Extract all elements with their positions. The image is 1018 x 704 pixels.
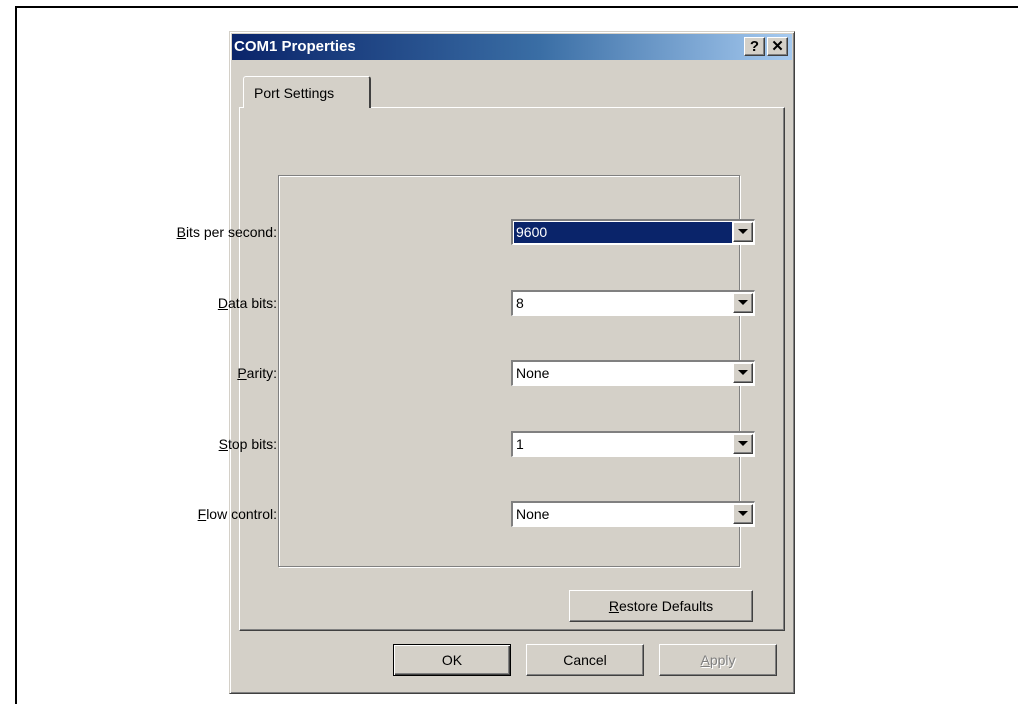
data-bits-label: Data bits: [217,295,277,311]
parity-label: Parity: [237,365,277,381]
ok-button[interactable]: OK [393,644,511,676]
parity-value: None [516,365,550,381]
stop-bits-label: Stop bits: [218,436,277,452]
settings-group: Bits per second: 9600 Data bits: 8 Parit… [177,175,755,567]
bits-per-second-label: Bits per second: [176,224,277,240]
stop-bits-value: 1 [516,436,524,452]
close-button[interactable]: ✕ [767,37,788,56]
chevron-down-icon[interactable] [733,434,753,454]
data-bits-select[interactable]: 8 [511,290,755,316]
close-icon: ✕ [771,38,784,55]
cancel-button[interactable]: Cancel [526,644,644,676]
bits-per-second-select[interactable]: 9600 [511,219,755,245]
com1-properties-dialog: COM1 Properties ? ✕ Port Settings Bits p… [177,31,795,694]
chevron-down-icon[interactable] [733,222,753,242]
parity-select[interactable]: None [511,360,755,386]
dialog-title: COM1 Properties [234,38,356,55]
title-bar[interactable]: COM1 Properties ? ✕ [232,34,792,60]
help-button[interactable]: ? [744,37,765,56]
chevron-down-icon[interactable] [733,363,753,383]
port-settings-panel: Bits per second: 9600 Data bits: 8 Parit… [177,107,785,631]
chevron-down-icon[interactable] [733,293,753,313]
tab-label: Port Settings [254,85,335,101]
apply-button[interactable]: Apply [659,644,777,676]
data-bits-value: 8 [516,295,524,311]
flow-control-label: Flow control: [197,506,277,522]
restore-defaults-button[interactable]: Restore Defaults [569,590,753,622]
flow-control-select[interactable]: None [511,501,755,527]
tab-port-settings[interactable]: Port Settings [243,76,371,108]
chevron-down-icon[interactable] [733,504,753,524]
flow-control-value: None [516,506,550,522]
bits-per-second-value: 9600 [514,222,732,243]
stop-bits-select[interactable]: 1 [511,431,755,457]
